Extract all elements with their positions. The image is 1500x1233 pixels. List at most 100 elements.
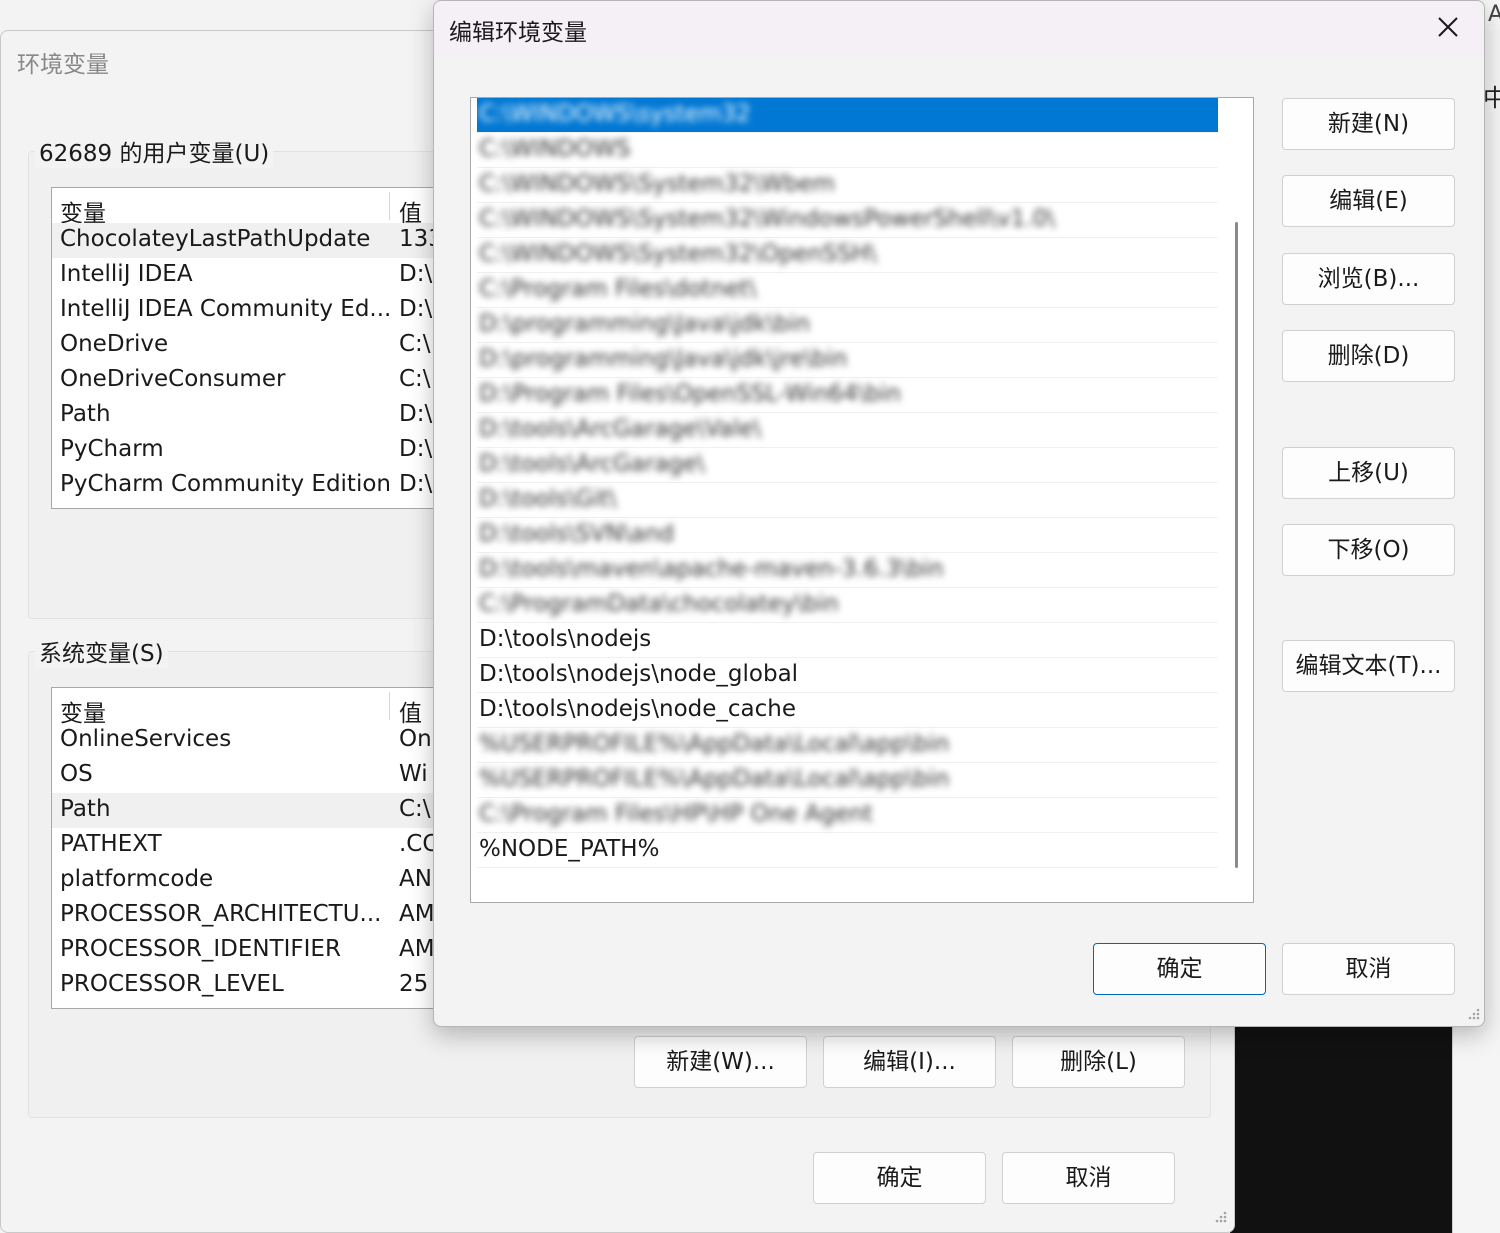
close-icon[interactable] — [1430, 9, 1466, 45]
system-variables-label: 系统变量(S) — [35, 634, 168, 668]
path-text: C:\WINDOWS — [479, 136, 631, 162]
cancel-button[interactable]: 取消 — [1282, 943, 1455, 995]
var-name: PROCESSOR_IDENTIFIER — [60, 936, 341, 962]
path-text: C:\WINDOWS\system32 — [479, 101, 751, 127]
list-item[interactable]: D:\tools\nodejs\node_cache — [477, 693, 1218, 728]
path-text: D:\tools\maven\apache-maven-3.6.3\bin — [479, 556, 944, 582]
table-row[interactable]: IntelliJ IDEA Community Ed... D:\ — [52, 293, 450, 328]
move-down-button[interactable]: 下移(O) — [1282, 524, 1455, 576]
table-row[interactable]: OS Wi — [52, 758, 450, 793]
column-divider[interactable] — [389, 692, 390, 720]
path-text: D:\tools\ArcGarage\Vale\ — [479, 416, 762, 442]
path-text: D:\tools\Git\ — [479, 486, 617, 512]
column-divider[interactable] — [389, 192, 390, 220]
list-item[interactable]: C:\ProgramData\chocolatey\bin — [477, 588, 1218, 623]
list-item[interactable]: C:\WINDOWS\System32\OpenSSH\ — [477, 238, 1218, 273]
var-name: PyCharm — [60, 436, 164, 462]
path-text: D:\tools\SVN\and — [479, 521, 675, 547]
system-delete-button[interactable]: 删除(L) — [1012, 1036, 1185, 1088]
list-item[interactable]: C:\WINDOWS\System32\WindowsPowerShell\v1… — [477, 203, 1218, 238]
edit-text-button[interactable]: 编辑文本(T)... — [1282, 640, 1455, 692]
list-item[interactable]: C:\WINDOWS — [477, 133, 1218, 168]
list-item[interactable]: C:\WINDOWS\system32 — [477, 98, 1218, 133]
path-text: C:\ProgramData\chocolatey\bin — [479, 591, 839, 617]
list-item[interactable]: D:\programming\Java\jdk\jre\bin — [477, 343, 1218, 378]
path-text: C:\WINDOWS\System32\Wbem — [479, 171, 835, 197]
table-header: 变量 值 — [52, 188, 450, 227]
list-item[interactable]: D:\tools\nodejs — [477, 623, 1218, 658]
table-row[interactable]: ChocolateyLastPathUpdate 133 — [52, 223, 450, 258]
browse-button[interactable]: 浏览(B)... — [1282, 253, 1455, 305]
path-list[interactable]: C:\WINDOWS\system32 C:\WINDOWS C:\WINDOW… — [470, 97, 1254, 903]
table-row[interactable]: Path D:\ — [52, 398, 450, 433]
table-row[interactable]: PROCESSOR_ARCHITECTU... AM — [52, 898, 450, 933]
env-ok-button[interactable]: 确定 — [813, 1152, 986, 1204]
list-item[interactable]: D:\tools\maven\apache-maven-3.6.3\bin — [477, 553, 1218, 588]
table-row[interactable]: OneDrive C:\ — [52, 328, 450, 363]
table-row[interactable]: PROCESSOR_LEVEL 25 — [52, 968, 450, 1003]
var-name: OnlineServices — [60, 726, 232, 752]
list-item[interactable]: C:\WINDOWS\System32\Wbem — [477, 168, 1218, 203]
list-item[interactable]: D:\tools\Git\ — [477, 483, 1218, 518]
path-text: D:\tools\nodejs\node_cache — [479, 696, 797, 722]
list-item[interactable]: D:\tools\ArcGarage\ — [477, 448, 1218, 483]
list-item[interactable]: D:\programming\Java\jdk\bin — [477, 308, 1218, 343]
system-variables-table[interactable]: 变量 值 OnlineServices On OS Wi Path C:\ PATHE… — [51, 687, 451, 1009]
table-row[interactable]: PyCharm Community Edition D:\ — [52, 468, 450, 503]
path-text: D:\programming\Java\jdk\bin — [479, 311, 811, 337]
vertical-scrollbar[interactable] — [1235, 222, 1238, 868]
list-item[interactable]: %USERPROFILE%\AppData\Local\app\bin — [477, 728, 1218, 763]
dialog-title: 编辑环境变量 — [449, 20, 587, 46]
ok-button[interactable]: 确定 — [1093, 943, 1266, 995]
path-text: C:\Program Files\dotnet\ — [479, 276, 757, 302]
table-header: 变量 值 — [52, 688, 450, 727]
system-edit-button[interactable]: 编辑(I)... — [823, 1036, 996, 1088]
var-name: Path — [60, 796, 111, 822]
list-item[interactable]: %USERPROFILE%\AppData\Local\app\bin — [477, 763, 1218, 798]
var-name: PATHEXT — [60, 831, 162, 857]
user-variables-table[interactable]: 变量 值 ChocolateyLastPathUpdate 133 Intelli… — [51, 187, 451, 509]
table-row[interactable]: IntelliJ IDEA D:\ — [52, 258, 450, 293]
env-cancel-button[interactable]: 取消 — [1002, 1152, 1175, 1204]
table-row[interactable]: platformcode AN — [52, 863, 450, 898]
path-text: D:\tools\nodejs — [479, 626, 652, 652]
path-text: D:\tools\ArcGarage\ — [479, 451, 705, 477]
path-text: C:\Program Files\HP\HP One Agent — [479, 801, 873, 827]
var-name: IntelliJ IDEA — [60, 261, 193, 287]
resize-grip-icon[interactable] — [1215, 1211, 1227, 1223]
user-variables-label: 62689 的用户变量(U) — [35, 134, 274, 168]
path-text: D:\programming\Java\jdk\jre\bin — [479, 346, 848, 372]
path-text: %USERPROFILE%\AppData\Local\app\bin — [479, 766, 950, 792]
background-fragment: 中 — [1483, 84, 1500, 112]
table-row[interactable]: OneDriveConsumer C:\ — [52, 363, 450, 398]
list-item[interactable]: D:\Program Files\OpenSSL-Win64\bin — [477, 378, 1218, 413]
background-fragment: A — [1488, 2, 1500, 27]
background-terminal-area — [1230, 1020, 1452, 1233]
list-item[interactable]: D:\tools\nodejs\node_global — [477, 658, 1218, 693]
list-item[interactable]: C:\Program Files\dotnet\ — [477, 273, 1218, 308]
edit-button[interactable]: 编辑(E) — [1282, 175, 1455, 227]
path-text: D:\Program Files\OpenSSL-Win64\bin — [479, 381, 901, 407]
path-text: %USERPROFILE%\AppData\Local\app\bin — [479, 731, 950, 757]
system-new-button[interactable]: 新建(W)... — [634, 1036, 807, 1088]
path-text: C:\WINDOWS\System32\WindowsPowerShell\v1… — [479, 206, 1055, 232]
delete-button[interactable]: 删除(D) — [1282, 330, 1455, 382]
title-bar[interactable]: 编辑环境变量 — [434, 1, 1484, 57]
table-row[interactable]: PyCharm D:\ — [52, 433, 450, 468]
list-item[interactable]: D:\tools\SVN\and — [477, 518, 1218, 553]
resize-grip-icon[interactable] — [1468, 1008, 1480, 1020]
move-up-button[interactable]: 上移(U) — [1282, 447, 1455, 499]
var-name: PROCESSOR_ARCHITECTU... — [60, 901, 382, 927]
var-name: PyCharm Community Edition — [60, 471, 390, 497]
list-item[interactable]: C:\Program Files\HP\HP One Agent — [477, 798, 1218, 833]
table-row[interactable]: PATHEXT .CC — [52, 828, 450, 863]
table-row[interactable]: OnlineServices On — [52, 723, 450, 758]
list-item[interactable]: %NODE_PATH% — [477, 833, 1218, 868]
var-name: platformcode — [60, 866, 214, 892]
new-button[interactable]: 新建(N) — [1282, 98, 1455, 150]
table-row[interactable]: PROCESSOR_IDENTIFIER AM — [52, 933, 450, 968]
var-name: ChocolateyLastPathUpdate — [60, 226, 371, 252]
table-row[interactable]: Path C:\ — [52, 793, 450, 828]
var-name: IntelliJ IDEA Community Ed... — [60, 296, 390, 322]
list-item[interactable]: D:\tools\ArcGarage\Vale\ — [477, 413, 1218, 448]
